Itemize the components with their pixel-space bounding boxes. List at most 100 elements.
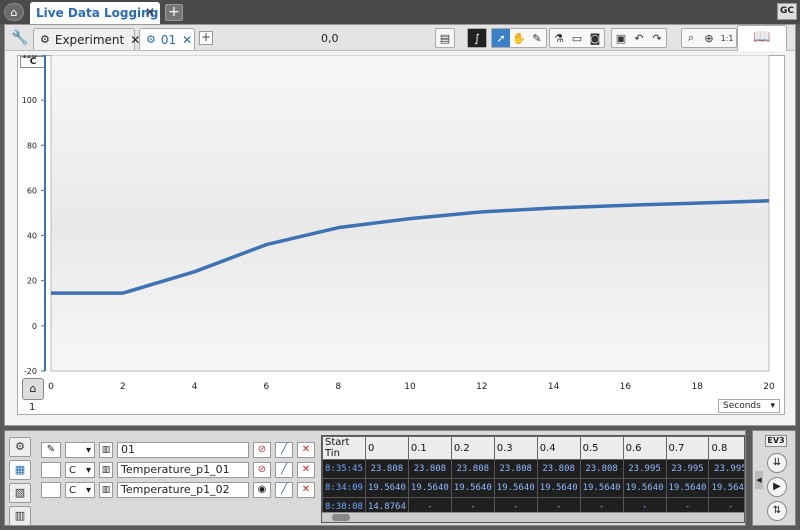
scrollbar-thumb[interactable]: [332, 514, 350, 521]
table-cell[interactable]: 23.995: [622, 459, 667, 479]
save-icon[interactable]: ▣: [612, 29, 630, 47]
collapse-handle[interactable]: ◀: [755, 471, 763, 489]
table-column-header[interactable]: 0.8: [708, 436, 744, 460]
dataset-color-swatch[interactable]: [41, 462, 61, 478]
table-cell[interactable]: 8:35:45: [322, 459, 366, 479]
curve-fit-icon[interactable]: ∫: [468, 29, 486, 47]
table-cell[interactable]: 19.5640: [665, 478, 710, 498]
gear-icon[interactable]: ⚙: [9, 437, 31, 457]
table-column-header[interactable]: 0: [364, 436, 409, 460]
export-icon[interactable]: ▤: [436, 29, 454, 47]
stats-icon[interactable]: ▧: [9, 483, 31, 503]
delete-icon[interactable]: ✕: [297, 482, 315, 498]
camera-icon[interactable]: ◙: [586, 29, 604, 47]
gc-badge[interactable]: GC: [777, 3, 797, 20]
table-cell[interactable]: 23.808: [579, 459, 624, 479]
table-row[interactable]: 8:35:45 23.808 23.808 23.808 23.808 23.808 23.…: [322, 459, 744, 479]
x-tick-label: 16: [620, 382, 632, 392]
table-cell[interactable]: 23.808: [407, 459, 452, 479]
zoom-actual-icon[interactable]: 1:1: [718, 29, 736, 47]
table-cell[interactable]: 19.5640: [536, 478, 581, 498]
app-tab-live-data-logging[interactable]: Live Data Logging ✕: [30, 2, 160, 24]
zoom-in-icon[interactable]: ⊕: [700, 29, 718, 47]
wrench-icon[interactable]: 🔧: [11, 30, 28, 46]
unit-select[interactable]: C ▾: [65, 462, 95, 478]
table-column-header[interactable]: 0.5: [579, 436, 624, 460]
table-scrollbar[interactable]: [322, 512, 744, 522]
app-tab-bar: ⌂ Live Data Logging ✕ + GC: [0, 0, 800, 24]
delete-icon[interactable]: ✕: [297, 442, 315, 458]
toolbar-export: ▤: [435, 28, 455, 48]
table-column-header[interactable]: 0.1: [407, 436, 452, 460]
table-cell[interactable]: 19.5640: [407, 478, 452, 498]
data-table[interactable]: Start Tin 0 0.1 0.2 0.3 0.4 0.5 0.6 0.7 0.8 8:35:4…: [321, 435, 745, 523]
ruler-icon[interactable]: ▥: [9, 506, 31, 526]
dataset-name-field[interactable]: Temperature_p1_02: [117, 482, 249, 498]
close-tab-icon[interactable]: ✕: [145, 5, 155, 19]
ruler-icon[interactable]: ▥: [99, 462, 113, 478]
upload-icon[interactable]: ⇅: [767, 501, 787, 521]
pointer-icon[interactable]: ➚: [492, 29, 510, 47]
table-column-header[interactable]: 0.3: [493, 436, 538, 460]
table-row[interactable]: 8:34:09 19.5640 19.5640 19.5640 19.5640 19.56…: [322, 478, 744, 498]
table-cell[interactable]: 19.5640: [622, 478, 667, 498]
line-style-icon[interactable]: ╱: [275, 482, 293, 498]
dataset-color-swatch[interactable]: [41, 482, 61, 498]
redo-icon[interactable]: ↷: [648, 29, 666, 47]
add-subtab-button[interactable]: +: [199, 31, 213, 45]
hand-icon[interactable]: ✋: [510, 29, 528, 47]
analysis-icon[interactable]: ⚗: [550, 29, 568, 47]
home-icon[interactable]: ⌂: [4, 3, 24, 21]
tab-experiment[interactable]: ⚙ Experiment ✕: [33, 28, 140, 50]
table-cell[interactable]: 8:34:09: [322, 478, 366, 498]
delete-icon[interactable]: ✕: [297, 462, 315, 478]
dataset-name-field[interactable]: 01: [117, 442, 249, 458]
line-style-icon[interactable]: ╱: [275, 462, 293, 478]
x-unit-select[interactable]: Seconds ▾: [718, 399, 780, 413]
unit-select[interactable]: C ▾: [65, 482, 95, 498]
add-tab-button[interactable]: +: [165, 4, 183, 21]
pencil-icon[interactable]: ✎: [41, 442, 61, 458]
table-cell[interactable]: 23.995: [708, 459, 744, 479]
table-cell[interactable]: 23.995: [665, 459, 710, 479]
table-cell[interactable]: 19.5640: [579, 478, 624, 498]
table-column-header[interactable]: 0.2: [450, 436, 495, 460]
line-style-icon[interactable]: ╱: [275, 442, 293, 458]
tab-current[interactable]: ⚙ 01 ✕: [139, 28, 195, 50]
x-tick-label: 12: [476, 382, 487, 392]
table-icon[interactable]: ▦: [9, 460, 31, 480]
table-cell[interactable]: 19.5640: [364, 478, 409, 498]
autoscale-button[interactable]: ⌂: [22, 378, 44, 400]
note-icon[interactable]: ▭: [568, 29, 586, 47]
play-icon[interactable]: ▶: [767, 477, 787, 497]
download-icon[interactable]: ⇊: [767, 453, 787, 473]
table-column-header[interactable]: 0.6: [622, 436, 667, 460]
table-cell[interactable]: 23.808: [364, 459, 409, 479]
eye-icon[interactable]: ◉: [253, 482, 271, 498]
unit-select[interactable]: ▾: [65, 442, 95, 458]
ruler-icon[interactable]: ▥: [99, 442, 113, 458]
line-chart[interactable]: 120 100 80 60 40 20 0 -20 0 2 4 6 8 10 12 14 16 18 20: [17, 55, 783, 401]
zoom-icon[interactable]: ⌕: [682, 29, 700, 47]
panel-tabs: ⚙ ▦ ▧ ▥: [9, 437, 31, 529]
ev3-label: EV3: [765, 435, 787, 447]
table-cell[interactable]: 23.808: [493, 459, 538, 479]
y-tick-label: 100: [22, 96, 37, 105]
undo-icon[interactable]: ↶: [630, 29, 648, 47]
table-column-header[interactable]: 0.7: [665, 436, 710, 460]
table-column-header[interactable]: 0.4: [536, 436, 581, 460]
table-cell[interactable]: 23.808: [450, 459, 495, 479]
eye-off-icon[interactable]: ⊘: [253, 442, 271, 458]
eye-off-icon[interactable]: ⊘: [253, 462, 271, 478]
table-cell[interactable]: 19.5640: [708, 478, 744, 498]
ruler-icon[interactable]: ▥: [99, 482, 113, 498]
dataset-name-field[interactable]: Temperature_p1_01: [117, 462, 249, 478]
table-cell[interactable]: 19.5640: [450, 478, 495, 498]
table-cell[interactable]: 23.808: [536, 459, 581, 479]
book-icon[interactable]: 📖: [737, 25, 787, 51]
table-column-header[interactable]: Start Tin: [322, 436, 366, 460]
close-current-icon[interactable]: ✕: [182, 33, 192, 47]
toolbar-zoom: ⌕ ⊕ 1:1: [681, 28, 737, 48]
table-cell[interactable]: 19.5640: [493, 478, 538, 498]
draw-icon[interactable]: ✎: [528, 29, 546, 47]
